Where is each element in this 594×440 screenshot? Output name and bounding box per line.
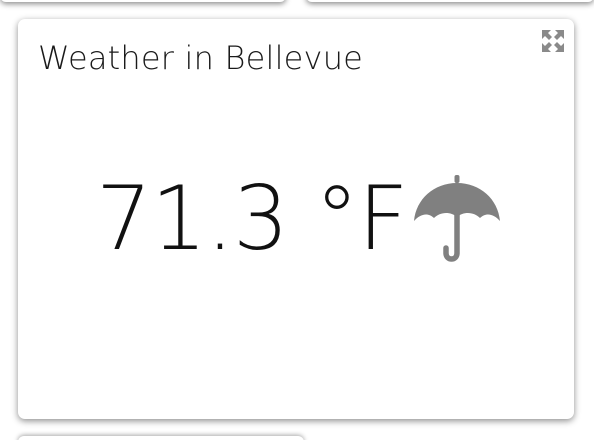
umbrella-icon	[413, 175, 500, 262]
dashboard-card-above-right	[306, 0, 594, 2]
expand-button[interactable]	[540, 28, 566, 54]
dashboard: Weather in Bellevue 71.3 °F	[0, 0, 594, 440]
widget-title: Weather in Bellevue	[38, 39, 364, 77]
dashboard-card-above-left	[0, 0, 286, 2]
weather-widget: Weather in Bellevue 71.3 °F	[18, 19, 574, 419]
expand-icon	[542, 30, 564, 52]
temperature-value: 71.3 °F	[96, 167, 409, 270]
temperature-reading: 71.3 °F	[96, 164, 504, 274]
dashboard-card-below-left	[18, 436, 304, 440]
